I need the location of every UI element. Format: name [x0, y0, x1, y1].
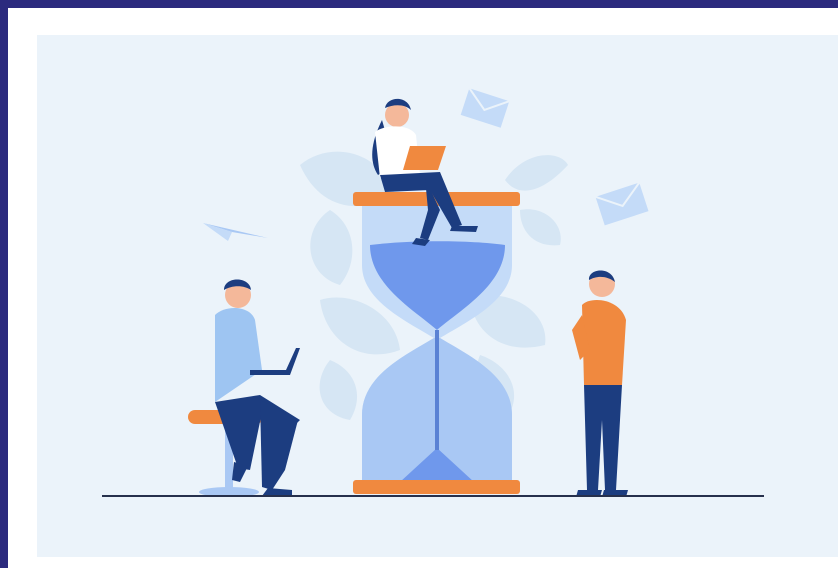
envelope-icon — [460, 87, 510, 128]
standing-man — [572, 270, 628, 497]
time-management-illustration — [102, 87, 764, 497]
envelope-icon — [595, 182, 649, 226]
man-with-laptop-on-stool — [188, 279, 300, 497]
paper-plane-icon — [203, 223, 268, 241]
